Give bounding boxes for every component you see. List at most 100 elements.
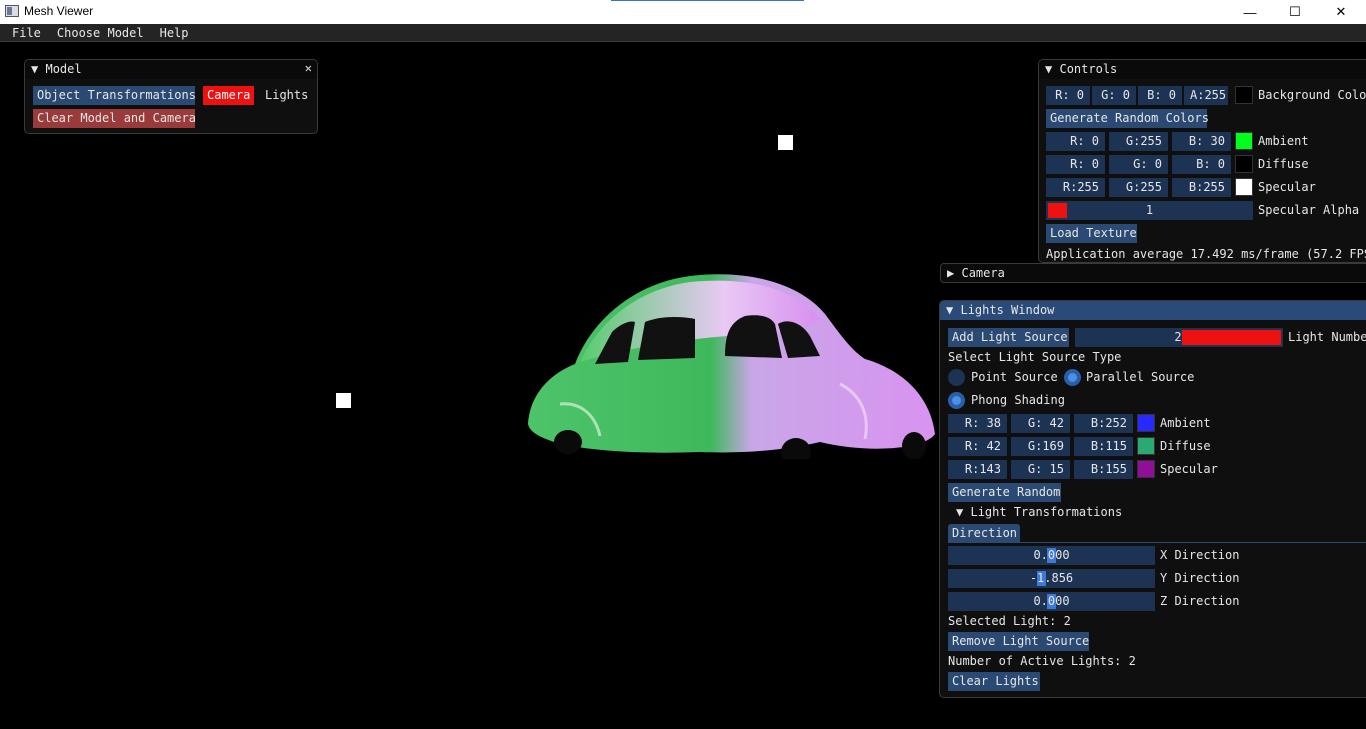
phong-shading-radio[interactable]	[948, 392, 965, 409]
window-title: Mesh Viewer	[24, 4, 94, 18]
slider-grab[interactable]	[1182, 330, 1281, 345]
light-number-slider[interactable]: 2	[1075, 328, 1283, 347]
light-transformations-label: Light Transformations	[970, 505, 1123, 519]
bg-g-field[interactable]: G: 0	[1092, 86, 1136, 105]
model-window-label: Model	[45, 62, 82, 76]
menu-file[interactable]: File	[0, 24, 49, 41]
specular-label: Specular	[1258, 180, 1316, 194]
light-ambient-swatch[interactable]	[1137, 414, 1155, 432]
camera-tab-button[interactable]: Camera	[203, 86, 254, 105]
light-specular-b-field[interactable]: B:155	[1074, 460, 1133, 479]
light-diffuse-r-field[interactable]: R: 42	[948, 437, 1007, 456]
x-direction-value: 0.000	[1033, 548, 1070, 562]
menu-help[interactable]: Help	[152, 24, 197, 41]
x-direction-slider[interactable]: 0.000	[948, 546, 1155, 565]
light-diffuse-swatch[interactable]	[1137, 437, 1155, 455]
light-specular-swatch[interactable]	[1137, 460, 1155, 478]
controls-window-title[interactable]: ▼ Controls	[1039, 60, 1366, 79]
light-transformations-header[interactable]: ▼ Light Transformations	[956, 505, 1122, 519]
active-lights-text: Number of Active Lights: 2	[948, 654, 1136, 668]
menu-choose-model[interactable]: Choose Model	[49, 24, 152, 41]
lights-tab-button[interactable]: Lights	[265, 88, 308, 102]
load-texture-button[interactable]: Load Texture	[1046, 224, 1137, 243]
collapse-icon[interactable]: ▼	[946, 303, 953, 317]
light-ambient-b-field[interactable]: B:252	[1074, 414, 1133, 433]
remove-light-source-button[interactable]: Remove Light Source	[948, 632, 1089, 651]
lights-window-title[interactable]: ▼ Lights Window	[940, 301, 1366, 320]
bg-r-field[interactable]: R: 0	[1046, 86, 1090, 105]
model-window-title[interactable]: ▼ Model ✕	[25, 60, 317, 79]
lights-window[interactable]: ▼ Lights Window Add Light Source 2 Light…	[939, 300, 1366, 698]
z-direction-value: 0.000	[1033, 594, 1070, 608]
close-icon[interactable]: ✕	[305, 61, 312, 75]
y-direction-slider[interactable]: -1.856	[948, 569, 1155, 588]
ambient-g-field[interactable]: G:255	[1109, 132, 1168, 151]
object-transformations-button[interactable]: Object Transformations	[33, 86, 196, 105]
tab-direction[interactable]: Direction	[948, 524, 1020, 543]
phong-shading-label[interactable]: Phong Shading	[971, 393, 1065, 407]
ambient-r-field[interactable]: R: 0	[1046, 132, 1105, 151]
maximize-button[interactable]: ☐	[1272, 0, 1318, 24]
light-marker-1[interactable]	[778, 135, 793, 150]
diffuse-b-field[interactable]: B: 0	[1172, 155, 1231, 174]
specular-alpha-slider[interactable]: 1	[1046, 201, 1253, 220]
parallel-source-label[interactable]: Parallel Source	[1086, 370, 1194, 384]
light-diffuse-g-field[interactable]: G:169	[1011, 437, 1070, 456]
specular-g-field[interactable]: G:255	[1109, 178, 1168, 197]
light-ambient-r-field[interactable]: R: 38	[948, 414, 1007, 433]
controls-window-label: Controls	[1059, 62, 1118, 76]
ambient-color-swatch[interactable]	[1235, 132, 1253, 150]
app-icon	[5, 5, 19, 17]
z-direction-slider[interactable]: 0.000	[948, 592, 1155, 611]
car-mesh[interactable]	[520, 264, 940, 459]
bg-b-field[interactable]: B: 0	[1138, 86, 1182, 105]
y-direction-label: Y Direction	[1160, 571, 1240, 585]
specular-b-field[interactable]: B:255	[1172, 178, 1231, 197]
x-direction-label: X Direction	[1160, 548, 1240, 562]
camera-window-title[interactable]: ▶ Camera	[941, 264, 1366, 282]
model-window[interactable]: ▼ Model ✕ Object Transformations Camera …	[24, 59, 318, 134]
ambient-b-field[interactable]: B: 30	[1172, 132, 1231, 151]
light-number-label: Light Number	[1288, 330, 1366, 344]
slider-grab[interactable]	[1048, 203, 1067, 218]
add-light-source-button[interactable]: Add Light Source	[948, 328, 1069, 347]
camera-window[interactable]: ▶ Camera	[940, 263, 1366, 283]
generate-random-button[interactable]: Generate Random	[948, 483, 1061, 502]
parallel-source-radio[interactable]	[1064, 369, 1081, 386]
generate-random-colors-button[interactable]: Generate Random Colors	[1046, 109, 1209, 128]
collapse-icon[interactable]: ▼	[956, 505, 963, 519]
controls-window[interactable]: ▼ Controls R: 0 G: 0 B: 0 A:255 Backgrou…	[1038, 59, 1366, 263]
clear-lights-button[interactable]: Clear Lights	[948, 672, 1040, 691]
light-ambient-g-field[interactable]: G: 42	[1011, 414, 1070, 433]
clear-model-camera-button[interactable]: Clear Model and Camera	[33, 109, 196, 128]
ambient-label: Ambient	[1258, 134, 1309, 148]
y-direction-value: -1.856	[1029, 571, 1074, 585]
specular-alpha-value: 1	[1145, 203, 1154, 217]
diffuse-label: Diffuse	[1258, 157, 1309, 171]
close-button[interactable]: ✕	[1318, 0, 1364, 24]
title-bar: Mesh Viewer — ☐ ✕	[0, 0, 1366, 24]
specular-r-field[interactable]: R:255	[1046, 178, 1105, 197]
point-source-radio[interactable]	[948, 369, 965, 386]
minimize-button[interactable]: —	[1227, 0, 1273, 24]
expand-icon[interactable]: ▶	[947, 266, 954, 280]
light-number-value: 2	[1174, 330, 1182, 344]
z-direction-label: Z Direction	[1160, 594, 1240, 608]
fps-text: Application average 17.492 ms/frame (57.…	[1046, 247, 1366, 261]
specular-color-swatch[interactable]	[1235, 178, 1253, 196]
camera-window-label: Camera	[961, 266, 1005, 280]
light-specular-label: Specular	[1160, 462, 1218, 476]
light-diffuse-b-field[interactable]: B:115	[1074, 437, 1133, 456]
bg-color-swatch[interactable]	[1235, 86, 1253, 104]
light-specular-r-field[interactable]: R:143	[948, 460, 1007, 479]
collapse-icon[interactable]: ▼	[31, 62, 38, 76]
point-source-label[interactable]: Point Source	[971, 370, 1058, 384]
light-marker-2[interactable]	[336, 393, 351, 408]
light-specular-g-field[interactable]: G: 15	[1011, 460, 1070, 479]
collapse-icon[interactable]: ▼	[1045, 62, 1052, 76]
diffuse-g-field[interactable]: G: 0	[1109, 155, 1168, 174]
title-accent	[611, 0, 804, 1]
bg-a-field[interactable]: A:255	[1184, 86, 1228, 105]
diffuse-r-field[interactable]: R: 0	[1046, 155, 1105, 174]
diffuse-color-swatch[interactable]	[1235, 155, 1253, 173]
